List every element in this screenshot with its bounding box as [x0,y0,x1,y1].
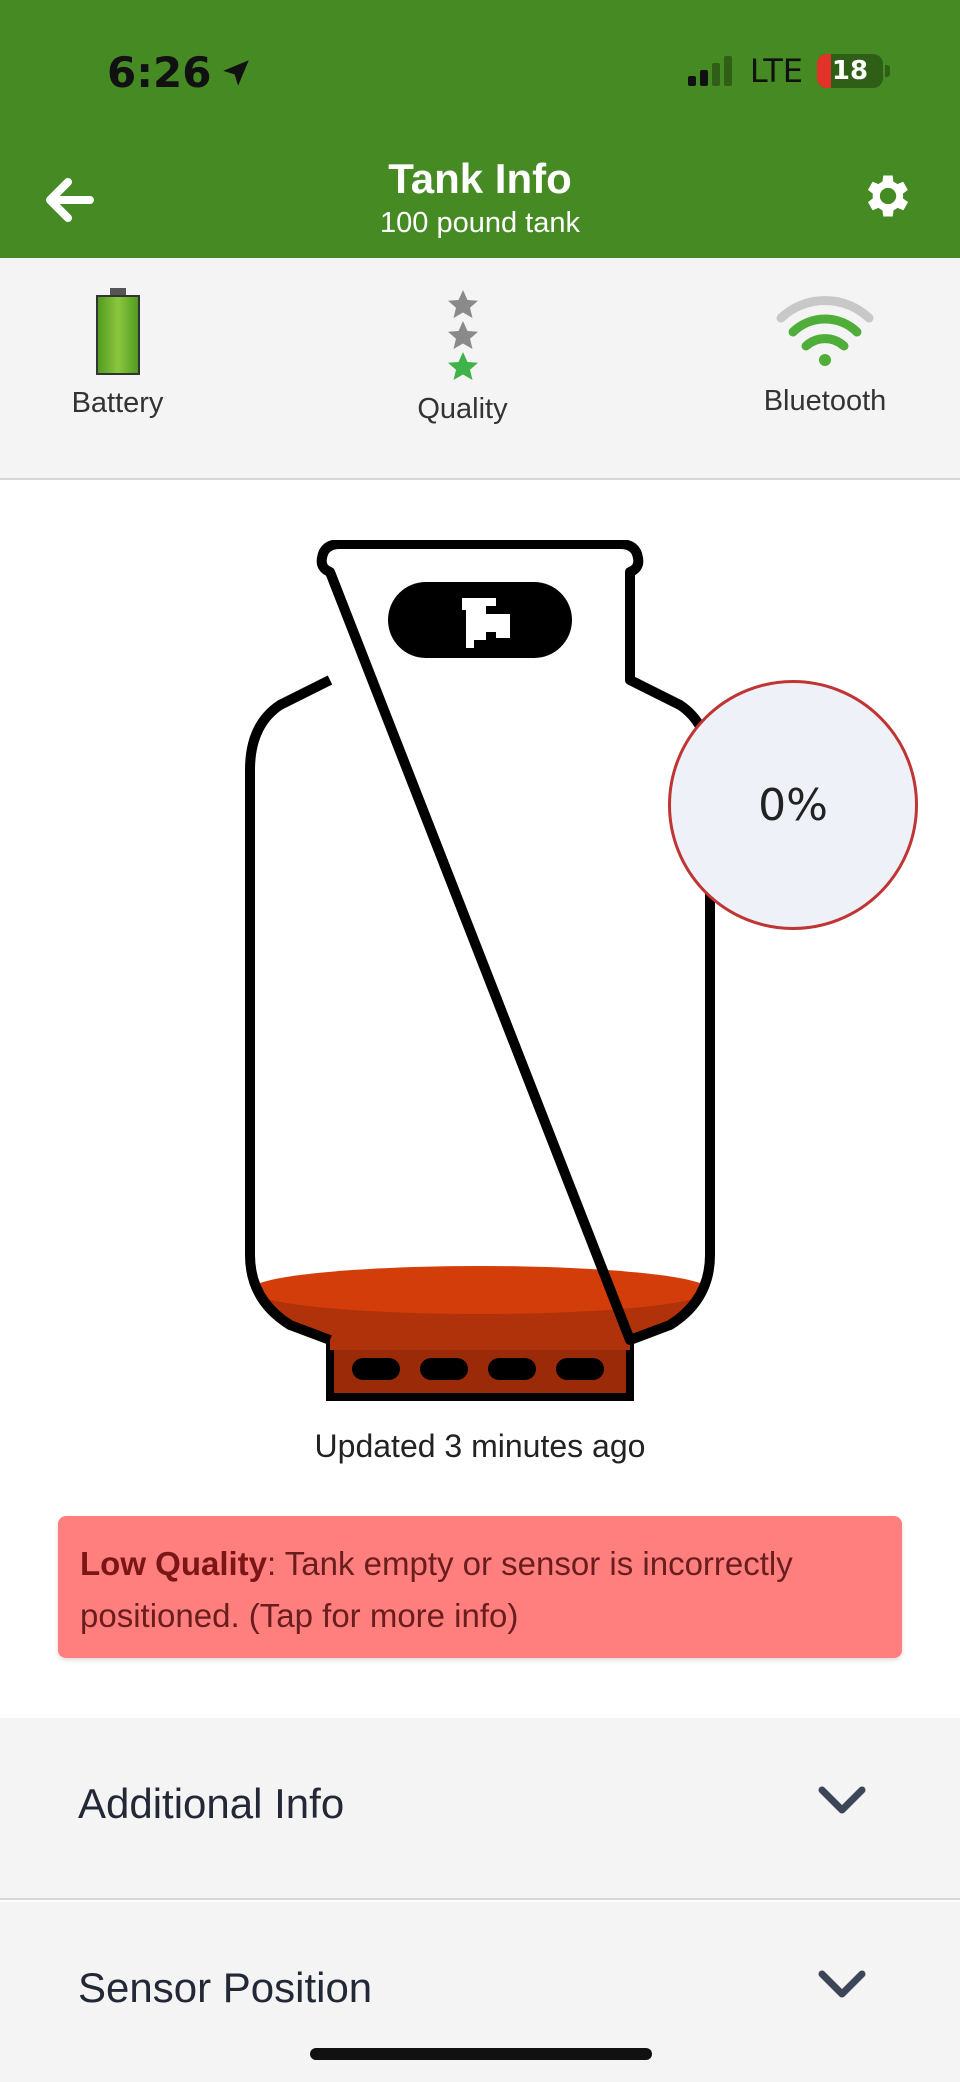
sensor-stats-bar: Battery Quality Bluetooth [0,258,960,480]
gear-icon [867,175,909,217]
battery-stat: Battery [55,288,180,420]
accordion-label: Sensor Position [78,1964,373,2011]
accordion-label: Additional Info [78,1780,345,1827]
header-title-group: Tank Info 100 pound tank [0,155,960,240]
cell-signal-icon [687,56,732,86]
battery-level-text: 18 [831,56,869,86]
quality-stars-icon [447,290,478,380]
chevron-down-icon [818,1786,866,1814]
status-bar-right: LTE 18 [687,52,890,90]
alert-title: Low Quality [80,1545,268,1582]
accordion-additional-info[interactable]: Additional Info [0,1718,960,1900]
battery-label: Battery [71,387,164,419]
quality-label: Quality [417,393,508,425]
tank-outline [245,540,715,1345]
star-gray-top [447,290,478,318]
star-gray-middle [447,321,478,349]
low-quality-alert[interactable]: Low Quality: Tank empty or sensor is inc… [58,1516,902,1658]
wifi-signal-icon [776,296,874,366]
chevron-down-icon [818,1970,866,1998]
star-green-bottom [447,352,478,380]
settings-button[interactable] [860,168,920,228]
battery-icon [95,288,140,375]
propane-tank-illustration[interactable] [240,540,720,1410]
propane-surface [250,1266,710,1314]
clock-text: 6:26 [107,48,212,97]
fill-percentage-badge: 0% [668,680,918,930]
page-title: Tank Info [388,155,572,202]
quality-stat: Quality [400,288,525,426]
bluetooth-label: Bluetooth [763,385,887,417]
tank-info-screen: 6:26 LTE 18 Tank Info 100 pound tank Bat… [0,0,960,2082]
bluetooth-stat: Bluetooth [745,288,905,418]
app-header: 6:26 LTE 18 Tank Info 100 pound tank [0,0,960,258]
page-subtitle: 100 pound tank [380,207,580,239]
status-bar-time: 6:26 [107,48,253,97]
network-type: LTE [749,52,803,90]
home-indicator[interactable] [310,2048,652,2060]
last-updated-text: Updated 3 minutes ago [314,1428,646,1464]
location-arrow-icon [223,59,250,86]
battery-status-icon: 18 [817,54,883,88]
